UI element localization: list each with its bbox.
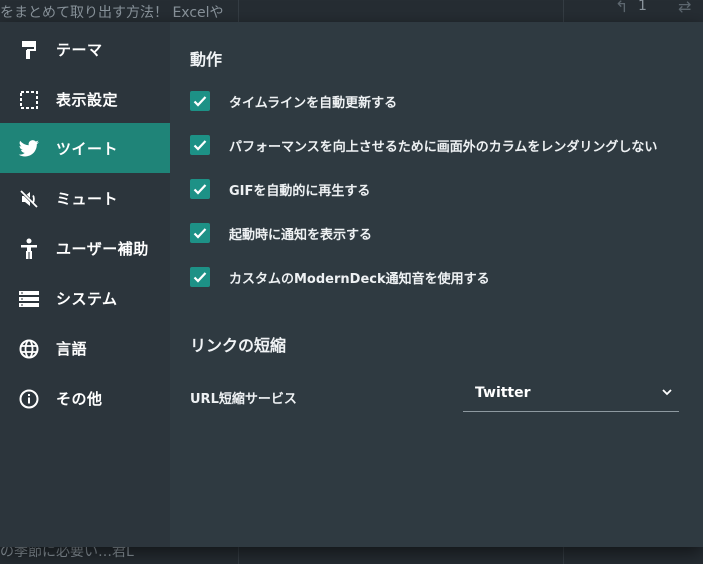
option-label: パフォーマンスを向上させるために画面外のカラムをレンダリングしない bbox=[229, 139, 658, 155]
sidebar-item-other[interactable]: その他 bbox=[0, 373, 170, 423]
sidebar-item-label: ツイート bbox=[56, 140, 119, 158]
chevron-down-icon bbox=[662, 389, 672, 396]
settings-sidebar: テーマ 表示設定 ツイート ミュート ユーザー補助 システム 言語 その他 bbox=[0, 22, 170, 547]
checkmark-icon bbox=[193, 228, 207, 239]
option-label: 起動時に通知を表示する bbox=[229, 227, 373, 243]
option-label: GIFを自動的に再生する bbox=[229, 183, 371, 199]
checkmark-icon bbox=[193, 184, 207, 195]
option-autoplay-gif[interactable]: GIFを自動的に再生する bbox=[190, 178, 370, 200]
checkbox[interactable] bbox=[190, 223, 210, 243]
shortener-select[interactable]: Twitter bbox=[463, 374, 679, 412]
option-label: カスタムのModernDeck通知音を使用する bbox=[229, 271, 490, 287]
checkmark-icon bbox=[193, 96, 207, 107]
sidebar-item-mute[interactable]: ミュート bbox=[0, 173, 170, 223]
checkmark-icon bbox=[193, 140, 207, 151]
sidebar-item-system[interactable]: システム bbox=[0, 273, 170, 323]
twitter-bird-icon bbox=[18, 138, 40, 160]
reply-icon: ↰ bbox=[615, 0, 629, 16]
paint-roller-icon bbox=[18, 39, 40, 61]
reply-count: 1 bbox=[638, 0, 647, 14]
sidebar-item-theme[interactable]: テーマ bbox=[0, 24, 170, 74]
checkbox[interactable] bbox=[190, 135, 210, 155]
settings-content: 動作 タイムラインを自動更新する パフォーマンスを向上させるために画面外のカラム… bbox=[170, 22, 703, 547]
sidebar-item-label: ミュート bbox=[56, 190, 119, 208]
settings-modal: テーマ 表示設定 ツイート ミュート ユーザー補助 システム 言語 その他 動作… bbox=[0, 22, 703, 547]
sidebar-item-label: その他 bbox=[56, 390, 103, 408]
checkbox[interactable] bbox=[190, 267, 210, 287]
option-offscreen-render[interactable]: パフォーマンスを向上させるために画面外のカラムをレンダリングしない bbox=[190, 134, 657, 156]
sidebar-item-display[interactable]: 表示設定 bbox=[0, 74, 170, 124]
mute-icon bbox=[18, 188, 40, 210]
section-title-link-shortener: リンクの短縮 bbox=[190, 336, 287, 355]
storage-icon bbox=[18, 288, 40, 310]
shortener-label: URL短縮サービス bbox=[190, 392, 297, 407]
sidebar-item-label: ユーザー補助 bbox=[56, 240, 149, 258]
info-icon bbox=[18, 388, 40, 410]
retweet-icon: ⇄ bbox=[678, 0, 692, 16]
checkmark-icon bbox=[193, 272, 207, 283]
sidebar-item-label: テーマ bbox=[56, 41, 103, 59]
option-startup-notification[interactable]: 起動時に通知を表示する bbox=[190, 222, 372, 244]
shortener-select-value: Twitter bbox=[475, 385, 531, 401]
checkbox[interactable] bbox=[190, 91, 210, 111]
background-tweet-text: をまとめて取り出す方法！ Excelや bbox=[0, 5, 224, 21]
sidebar-item-label: 表示設定 bbox=[56, 91, 119, 109]
option-custom-sound[interactable]: カスタムのModernDeck通知音を使用する bbox=[190, 266, 490, 288]
sidebar-item-language[interactable]: 言語 bbox=[0, 323, 170, 373]
checkbox[interactable] bbox=[190, 179, 210, 199]
sidebar-item-accessibility[interactable]: ユーザー補助 bbox=[0, 223, 170, 273]
option-label: タイムラインを自動更新する bbox=[229, 95, 398, 111]
display-settings-icon bbox=[18, 89, 40, 111]
option-auto-refresh[interactable]: タイムラインを自動更新する bbox=[190, 90, 397, 112]
sidebar-item-tweet[interactable]: ツイート bbox=[0, 123, 170, 173]
sidebar-item-label: システム bbox=[56, 290, 118, 308]
accessibility-icon bbox=[18, 238, 40, 260]
section-title-behavior: 動作 bbox=[190, 50, 223, 69]
sidebar-item-label: 言語 bbox=[56, 340, 88, 358]
globe-icon bbox=[18, 338, 40, 360]
